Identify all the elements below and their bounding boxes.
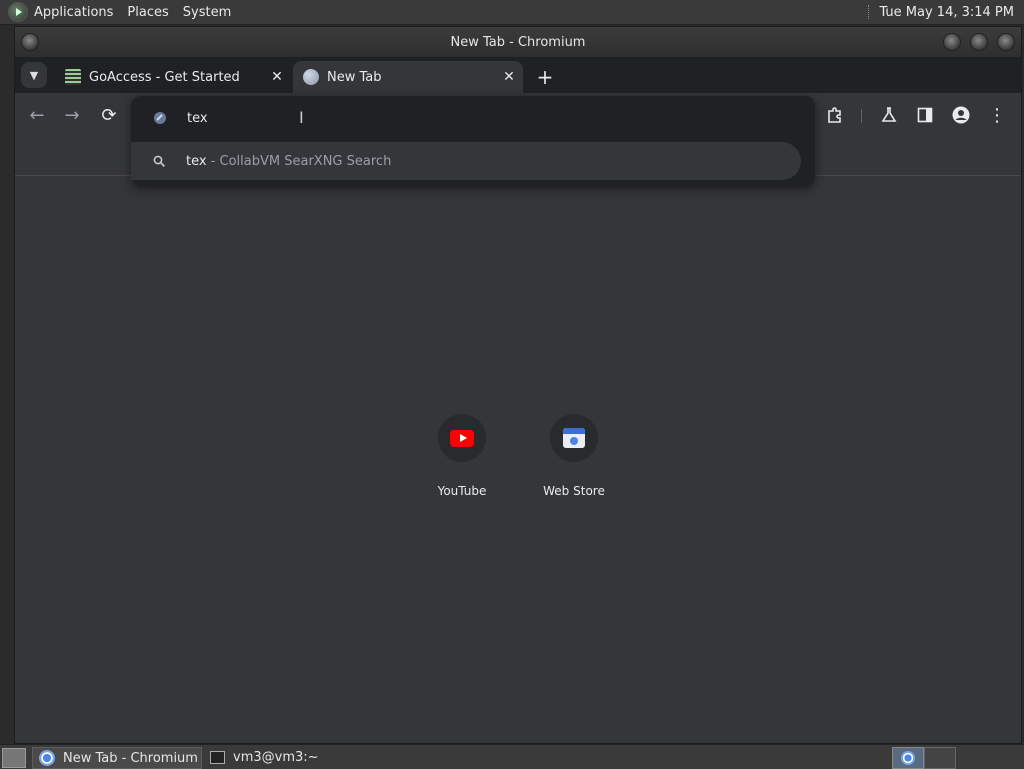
taskbar-item-label: New Tab - Chromium	[63, 750, 198, 766]
title-bar[interactable]: New Tab - Chromium	[15, 27, 1021, 57]
tab-new-tab[interactable]: New Tab ✕	[293, 61, 523, 93]
shortcut-tile	[438, 414, 486, 462]
top-panel: Applications Places System Tue May 14, 3…	[0, 0, 1024, 25]
flask-icon[interactable]	[877, 103, 901, 127]
address-input[interactable]: tex	[187, 111, 208, 126]
tab-search-button[interactable]: ▼	[21, 62, 47, 88]
goaccess-favicon-icon	[65, 69, 81, 85]
suggestion-query: tex	[186, 153, 207, 169]
suggestion-row[interactable]: tex - CollabVM SearXNG Search	[131, 142, 801, 180]
tab-strip: ▼ GoAccess - Get Started ✕ New Tab ✕ +	[15, 57, 1021, 93]
tab-goaccess[interactable]: GoAccess - Get Started ✕	[55, 61, 291, 93]
workspace-1[interactable]	[892, 747, 924, 769]
toolbar-divider	[861, 109, 862, 123]
panel-clock-area: Tue May 14, 3:14 PM	[868, 0, 1014, 24]
shortcut-tile	[550, 414, 598, 462]
shortcut-youtube[interactable]: YouTube	[412, 414, 512, 498]
back-icon[interactable]: ←	[25, 103, 49, 127]
search-icon	[153, 155, 166, 167]
new-tab-button[interactable]: +	[533, 65, 557, 89]
side-panel-icon[interactable]	[913, 103, 937, 127]
close-tab-icon[interactable]: ✕	[499, 69, 519, 85]
search-engine-icon	[154, 112, 166, 124]
new-tab-page: YouTube Web Store	[15, 176, 1021, 743]
chromium-icon	[39, 750, 55, 766]
window-title: New Tab - Chromium	[450, 34, 586, 50]
suggestion-separator: -	[206, 153, 220, 169]
text-cursor-icon: I	[299, 108, 304, 127]
chromium-icon	[901, 751, 915, 765]
shortcut-label: Web Store	[543, 484, 605, 498]
close-window-button[interactable]	[997, 33, 1015, 51]
bottom-panel: New Tab - Chromium vm3@vm3:~	[0, 744, 1024, 769]
window-menu-button[interactable]	[21, 33, 39, 51]
shortcut-web-store[interactable]: Web Store	[524, 414, 624, 498]
browser-window: New Tab - Chromium ▼ GoAccess - Get Star…	[14, 26, 1022, 744]
shortcut-label: YouTube	[437, 484, 487, 498]
omnibox-popup: tex I tex - CollabVM SearXNG Search	[131, 96, 815, 186]
address-bar[interactable]: tex	[131, 96, 815, 140]
person-icon[interactable]	[949, 103, 973, 127]
close-tab-icon[interactable]: ✕	[267, 69, 287, 85]
system-menu[interactable]: System	[183, 5, 231, 20]
workspace-2[interactable]	[924, 747, 956, 769]
terminal-icon	[210, 750, 225, 764]
show-desktop-icon[interactable]	[2, 748, 26, 768]
tab-title: GoAccess - Get Started	[89, 69, 240, 85]
suggestion-provider: CollabVM SearXNG Search	[219, 153, 392, 169]
maximize-button[interactable]	[970, 33, 988, 51]
places-menu[interactable]: Places	[127, 5, 168, 20]
taskbar-item-chromium[interactable]: New Tab - Chromium	[32, 747, 202, 769]
tab-title: New Tab	[327, 69, 382, 85]
clock[interactable]: Tue May 14, 3:14 PM	[879, 5, 1014, 20]
taskbar-item-terminal[interactable]: vm3@vm3:~	[204, 747, 354, 767]
forward-icon[interactable]: →	[60, 103, 84, 127]
reload-icon[interactable]: ⟳	[97, 103, 121, 127]
taskbar-item-label: vm3@vm3:~	[233, 749, 319, 765]
distro-logo-icon[interactable]	[8, 2, 28, 22]
applications-menu[interactable]: Applications	[34, 5, 113, 20]
globe-icon	[303, 69, 319, 85]
chevron-down-icon: ▼	[29, 68, 39, 82]
minimize-button[interactable]	[943, 33, 961, 51]
panel-separator	[868, 5, 871, 19]
youtube-icon	[450, 429, 474, 447]
puzzle-icon[interactable]	[823, 103, 847, 127]
web-store-icon	[563, 428, 585, 448]
menu-icon[interactable]: ⋮	[985, 103, 1009, 127]
